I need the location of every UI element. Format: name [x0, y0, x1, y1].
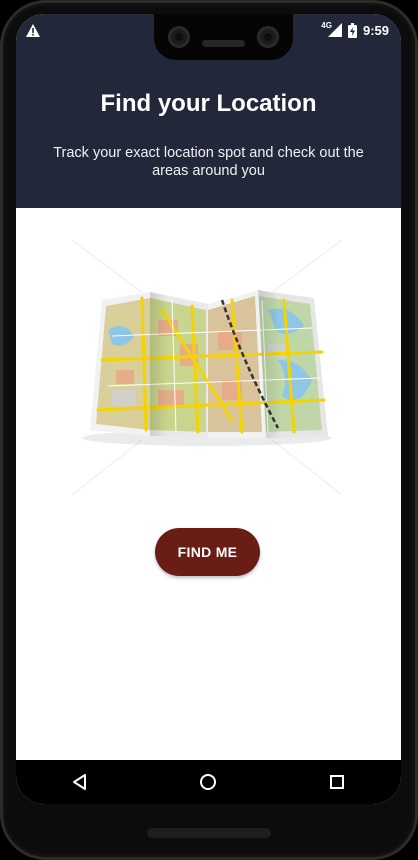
camera-notch [154, 14, 293, 60]
front-camera-left [168, 26, 190, 48]
status-bar-right: 4G 9:59 [321, 18, 389, 42]
warning-icon [26, 23, 40, 37]
back-triangle-icon[interactable] [66, 768, 94, 796]
clock: 9:59 [362, 22, 389, 38]
app-screen: 4G 9:59 Find your Location Track your ex… [16, 14, 401, 804]
find-me-button[interactable]: FIND ME [155, 528, 260, 576]
bottom-speaker-grille [147, 828, 271, 838]
home-circle-icon[interactable] [194, 768, 222, 796]
page-subtitle: Track your exact location spot and check… [53, 145, 364, 179]
folded-map-illustration [71, 239, 343, 496]
battery-charging-icon [347, 22, 357, 38]
page-title: Find your Location [100, 90, 317, 117]
earpiece-speaker [202, 40, 245, 47]
status-bar-left [26, 18, 40, 42]
recents-square-icon[interactable] [323, 768, 351, 796]
front-camera-right [257, 26, 279, 48]
network-type: 4G [321, 20, 332, 30]
header-section: 4G 9:59 Find your Location Track your ex… [16, 14, 401, 208]
phone-frame: 4G 9:59 Find your Location Track your ex… [0, 0, 418, 860]
android-nav-bar [16, 760, 401, 804]
map-graphic [71, 239, 343, 496]
